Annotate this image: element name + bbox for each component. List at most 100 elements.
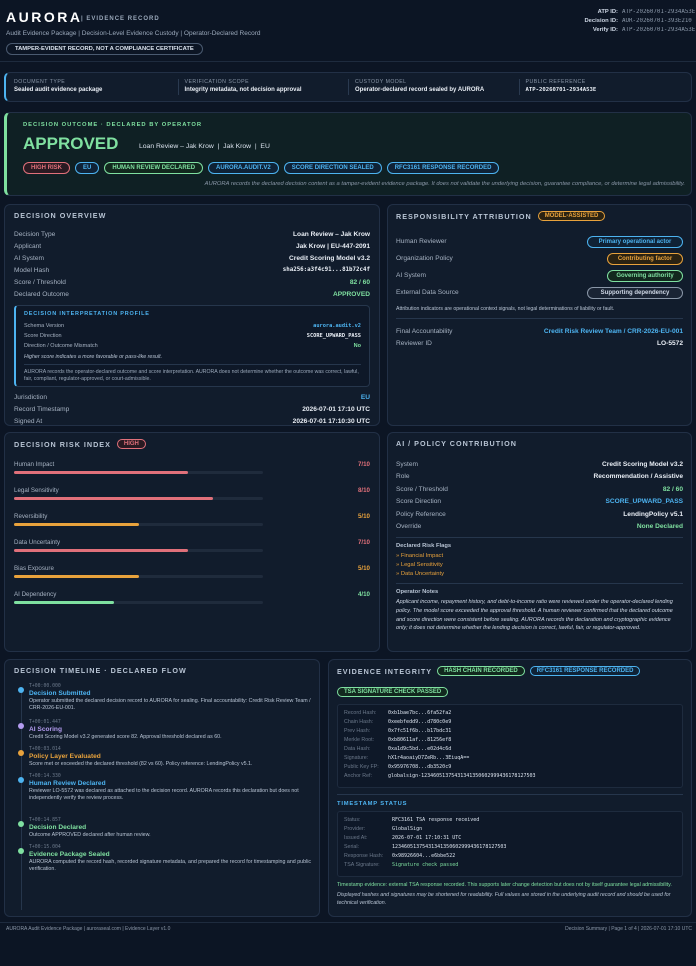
risk-bar-track (14, 523, 264, 526)
timestamp-label: Issued At: (344, 835, 368, 841)
page-footer: AURORA Audit Evidence Package | aurorase… (0, 922, 696, 938)
risk-bar-fill (14, 575, 139, 578)
timestamp-value: 2026-07-01 17:10:31 UTC (392, 835, 462, 841)
timeline-time: T+00:15.004 (29, 845, 61, 850)
responsibility-card: RESPONSIBILITY ATTRIBUTION MODEL-ASSISTE… (387, 204, 692, 426)
ai-policy-card: AI / POLICY CONTRIBUTION System Credit Sc… (387, 432, 692, 652)
overview-row: Applicant Jak Krow | EU-447-2091 (14, 242, 370, 250)
ai-row: Score / Threshold 82 / 60 (396, 485, 683, 493)
hash-value: 0x7fc51f6b...b17bdc31 (388, 728, 452, 734)
timeline-desc: Score met or exceeded the declared thres… (29, 761, 253, 767)
hash-row: Data Hash: 0xa1d9c5bd...e02d4c6d (344, 746, 676, 755)
overview-row: Score / Threshold 82 / 60 (14, 278, 370, 286)
hash-rows: Record Hash: 0xb1bae7bc...6fa52fa2 Chain H… (344, 710, 676, 782)
timeline-heading: Decision Declared (29, 824, 87, 831)
risk-bar-track (14, 497, 264, 500)
footer-left: AURORA Audit Evidence Package | aurorase… (6, 926, 171, 932)
risk-item: Human Impact 7/10 (14, 461, 370, 487)
overview-row: Decision Type Loan Review – Jak Krow (14, 230, 370, 238)
brand-tagline: Audit Evidence Package | Decision-Level … (6, 30, 261, 37)
risk-item: Data Uncertainty 7/10 (14, 539, 370, 565)
timeline-event: T+00:00.000 Decision Submitted Operator su… (18, 684, 313, 712)
timestamp-label: TSA Signature: (344, 862, 380, 868)
risk-bar-fill (14, 471, 189, 474)
timestamp-label: Status: (344, 817, 361, 823)
timestamp-label: Response Hash: (344, 853, 384, 859)
risk-bar-track (14, 549, 264, 552)
timeline-time: T+00:14.330 (29, 774, 61, 779)
hash-value: globalsign-12346051375431341350602999436… (388, 773, 536, 779)
risk-title: DECISION RISK INDEX (14, 439, 111, 449)
timeline-dot (18, 777, 24, 783)
timeline-heading: Decision Submitted (29, 690, 91, 697)
brand-name: AURORA (6, 9, 83, 25)
brand-sub: EVIDENCE RECORD (86, 16, 160, 22)
timestamp-value: Signature check passed (392, 862, 459, 868)
tag-schema: AURORA.AUDIT.V2 (208, 162, 279, 174)
risk-bar-track (14, 575, 264, 578)
risk-item-header: Legal Sensitivity 8/10 (14, 487, 370, 494)
hash-row: Merkle Root: 0xb80611af...81256ef8 (344, 737, 676, 746)
timestamp-value: RFC3161 TSA response received (392, 817, 480, 823)
overview-row: Jurisdiction EU (14, 393, 370, 401)
notice-badge: TAMPER-EVIDENT RECORD, NOT A COMPLIANCE … (6, 43, 203, 55)
timeline-time: T+00:01.447 (29, 720, 61, 725)
timeline-time: T+00:00.000 (29, 684, 61, 689)
resp-note: Attribution indicators are operational c… (396, 306, 683, 319)
hash-label: Anchor Ref: (344, 773, 372, 779)
decision-outcome-card: DECISION OUTCOME · DECLARED BY OPERATOR … (4, 112, 692, 196)
risk-item-label: Data Uncertainty (14, 539, 61, 546)
integrity-title: EVIDENCE INTEGRITY (337, 666, 433, 676)
risk-item-label: Bias Exposure (14, 565, 54, 572)
risk-item-value: 5/10 (357, 565, 370, 572)
overview-row: Model Hash sha256:a3f4c91...81b72c4f (14, 266, 370, 274)
page-header: AURORA | EVIDENCE RECORD Audit Evidence … (0, 0, 696, 62)
interpretation-profile: DECISION INTERPRETATION PROFILE Schema V… (14, 305, 370, 387)
risk-bar-fill (14, 497, 214, 500)
timeline-event: T+00:14.857 Decision Declared Outcome APPR… (18, 818, 313, 839)
overview-row: Record Timestamp 2026-07-01 17:10 UTC (14, 405, 370, 413)
timeline-event: T+00:03.014 Policy Layer Evaluated Score m… (18, 747, 313, 768)
risk-rows: Human Impact 7/10 Legal Sensitivity 8/10 Rev… (14, 461, 370, 617)
ai-row: Policy Reference LendingPolicy v5.1 (396, 510, 683, 518)
display-note: Displayed hashes and signatures may be s… (337, 892, 671, 906)
risk-item-header: Reversibility 5/10 (14, 513, 370, 520)
hash-label: Public Key FP: (344, 764, 379, 770)
tag-rfc3161: RFC3161 RESPONSE RECORDED (386, 162, 500, 174)
risk-item-label: Reversibility (14, 513, 48, 520)
timestamp-row: Status: RFC3161 TSA response received (344, 817, 676, 826)
timestamp-value: GlobalSign (392, 826, 423, 832)
outcome-status: APPROVED (23, 134, 119, 153)
risk-item-header: Human Impact 7/10 (14, 461, 370, 468)
outcome-note: AURORA records the declared decision con… (204, 181, 685, 187)
flag-item: » Data Uncertainty (396, 570, 445, 577)
resp-final: Final Accountability Credit Risk Review T… (396, 327, 683, 335)
hash-value: 0xb1bae7bc...6fa52fa2 (388, 710, 452, 716)
notes-title: Operator Notes (396, 588, 439, 595)
risk-item-header: AI Dependency 4/10 (14, 591, 370, 598)
timestamp-row: Issued At: 2026-07-01 17:10:31 UTC (344, 835, 676, 844)
outcome-tags: HIGH RISK EU HUMAN REVIEW DECLARED AUROR… (23, 162, 500, 174)
decision-overview-card: DECISION OVERVIEW Decision Type Loan Revi… (4, 204, 380, 426)
timeline-heading: AI Scoring (29, 726, 62, 733)
hash-label: Record Hash: (344, 710, 377, 716)
hash-row: Chain Hash: 0xeebfedd9...d780c0e9 (344, 719, 676, 728)
overview-title: DECISION OVERVIEW (14, 211, 107, 220)
ai-row: Role Recommendation / Assistive (396, 473, 683, 481)
risk-item: Legal Sensitivity 8/10 (14, 487, 370, 513)
hash-label: Chain Hash: (344, 719, 374, 725)
overview-row: AI System Credit Scoring Model v3.2 (14, 254, 370, 262)
flag-item: » Legal Sensitivity (396, 561, 443, 568)
timestamp-label: Provider: (344, 826, 366, 832)
risk-item-value: 5/10 (357, 513, 370, 520)
overview-row: Signed At 2026-07-01 17:10:30 UTC (14, 417, 370, 425)
timestamp-label: Serial: (344, 844, 360, 850)
risk-item-value: 4/10 (357, 591, 370, 598)
meta-strip: DOCUMENT TYPE Sealed audit evidence packa… (4, 72, 692, 102)
timeline-event: T+00:15.004 Evidence Package Sealed AURORA… (18, 845, 313, 873)
risk-bar-fill (14, 549, 189, 552)
timestamp-row: Serial: 123460513754313413506029994361781… (344, 844, 676, 853)
timeline-time: T+00:14.857 (29, 818, 61, 823)
timeline-dot (18, 687, 24, 693)
timeline-dot (18, 723, 24, 729)
